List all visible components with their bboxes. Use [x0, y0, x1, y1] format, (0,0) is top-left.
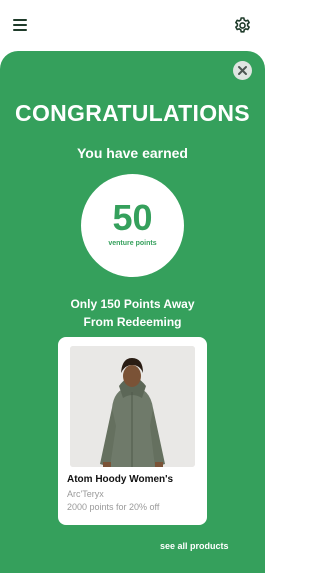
product-image: [70, 346, 195, 467]
gear-icon: [235, 17, 250, 33]
product-offer: 2000 points for 20% off: [67, 502, 160, 512]
menu-icon-line: [13, 19, 27, 21]
close-icon: [238, 66, 247, 75]
hoody-photo: [70, 346, 195, 467]
top-bar: [0, 0, 265, 50]
redeeming-line: From Redeeming: [83, 315, 182, 329]
earned-subtitle: You have earned: [76, 145, 188, 161]
product-name: Atom Hoody Women's: [67, 474, 174, 485]
points-value: 50: [112, 197, 153, 238]
points-unit-label: venture points: [108, 240, 157, 247]
points-badge: 50 venture points: [81, 174, 184, 277]
product-brand: Arc'Teryx: [67, 489, 104, 499]
close-button[interactable]: [233, 61, 252, 80]
points-away-message: Only 150 Points Away From Redeeming: [0, 295, 265, 331]
points-away-line: Only 150 Points Away: [70, 297, 195, 311]
see-all-products-link[interactable]: see all products: [160, 541, 229, 551]
congratulations-title: CONGRATULATIONS: [15, 100, 250, 126]
menu-icon-line: [13, 24, 27, 26]
menu-icon-line: [13, 29, 27, 31]
reward-sheet: CONGRATULATIONS You have earned 50 ventu…: [0, 51, 265, 573]
menu-button[interactable]: [13, 19, 27, 31]
product-card[interactable]: Atom Hoody Women's Arc'Teryx 2000 points…: [58, 337, 207, 525]
settings-button[interactable]: [233, 16, 252, 35]
